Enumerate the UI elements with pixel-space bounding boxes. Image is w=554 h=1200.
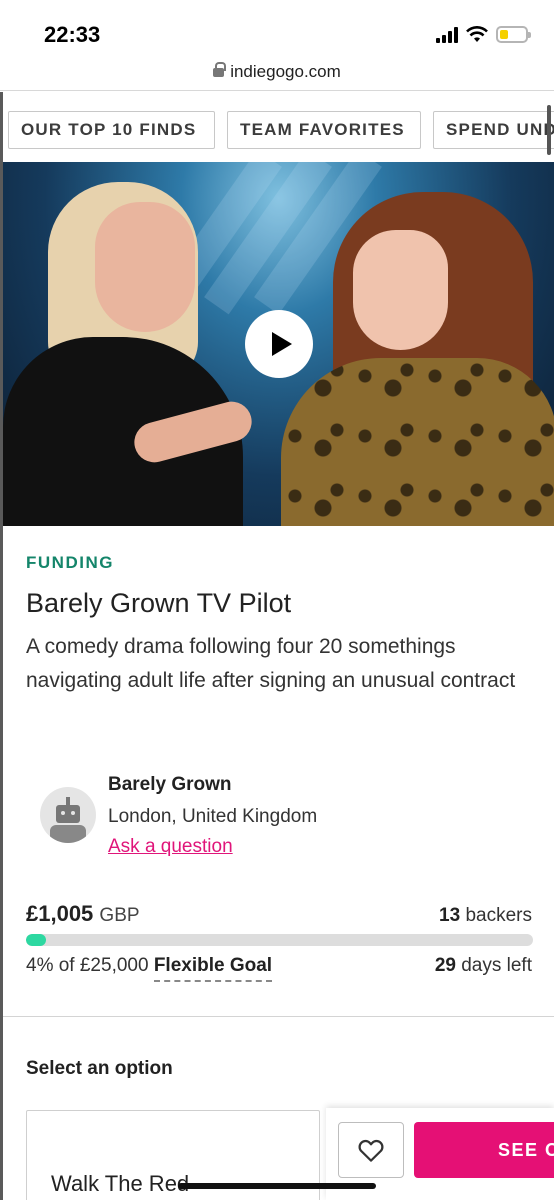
backers-count: 13 backers <box>439 905 532 927</box>
scrollbar[interactable] <box>547 105 551 155</box>
days-number: 29 <box>434 955 456 976</box>
person-right-body <box>281 358 554 526</box>
battery-icon <box>496 26 531 43</box>
robot-antenna <box>66 797 70 805</box>
see-options-button[interactable]: SEE O <box>414 1122 554 1178</box>
category-chips: OUR TOP 10 FINDS TEAM FAVORITES SPEND UN… <box>0 100 554 158</box>
perk-title: Walk The Red <box>51 1171 190 1196</box>
play-icon <box>271 332 292 356</box>
status-icons <box>436 26 531 43</box>
chip-spend-under[interactable]: SPEND UND <box>433 111 554 149</box>
url-text: indiegogo.com <box>230 62 341 81</box>
status-time: 22:33 <box>44 22 101 47</box>
signal-icon <box>436 26 458 43</box>
raised-currency: GBP <box>99 905 140 926</box>
backers-label: backers <box>465 905 532 926</box>
lock-icon <box>213 62 227 80</box>
amount-raised: £1,005 GBP <box>26 901 140 927</box>
person-left-face <box>95 202 195 332</box>
robot-body <box>50 825 86 843</box>
wifi-icon <box>466 26 488 42</box>
campaign-description: A comedy drama following four 20 somethi… <box>26 635 516 692</box>
battery-level <box>500 30 509 39</box>
chip-our-top-10-finds[interactable]: OUR TOP 10 FINDS <box>8 111 215 149</box>
select-option-heading: Select an option <box>26 1058 173 1079</box>
goal-summary: 4% of £25,000 Flexible Goal <box>26 955 273 982</box>
follow-button[interactable] <box>338 1122 404 1178</box>
raised-amount: £1,005 <box>26 901 94 926</box>
chip-team-favorites[interactable]: TEAM FAVORITES <box>227 111 421 149</box>
address-bar[interactable]: indiegogo.com <box>0 56 554 88</box>
ask-question-link[interactable]: Ask a question <box>108 836 233 858</box>
home-indicator[interactable] <box>178 1183 376 1189</box>
owner-avatar[interactable] <box>40 787 96 843</box>
person-right-face <box>353 230 448 350</box>
owner-name[interactable]: Barely Grown <box>108 774 232 796</box>
funding-progress-bar <box>26 934 533 946</box>
owner-location: London, United Kingdom <box>108 806 318 827</box>
goal-percent: 4% of £25,000 <box>26 955 149 976</box>
days-left: 29 days left <box>435 955 532 977</box>
days-label: days left <box>461 955 532 976</box>
funding-progress-fill <box>26 934 47 946</box>
campaign-video[interactable] <box>3 162 554 526</box>
section-divider <box>3 1016 554 1017</box>
heart-icon <box>358 1139 384 1162</box>
backers-number: 13 <box>439 905 461 926</box>
play-button[interactable] <box>245 310 313 378</box>
goal-type[interactable]: Flexible Goal <box>153 955 273 982</box>
url-divider <box>0 90 554 91</box>
campaign-status: FUNDING <box>26 553 114 572</box>
campaign-title: Barely Grown TV Pilot <box>26 588 292 618</box>
status-bar: 22:33 <box>0 0 554 62</box>
robot-icon <box>56 805 80 823</box>
